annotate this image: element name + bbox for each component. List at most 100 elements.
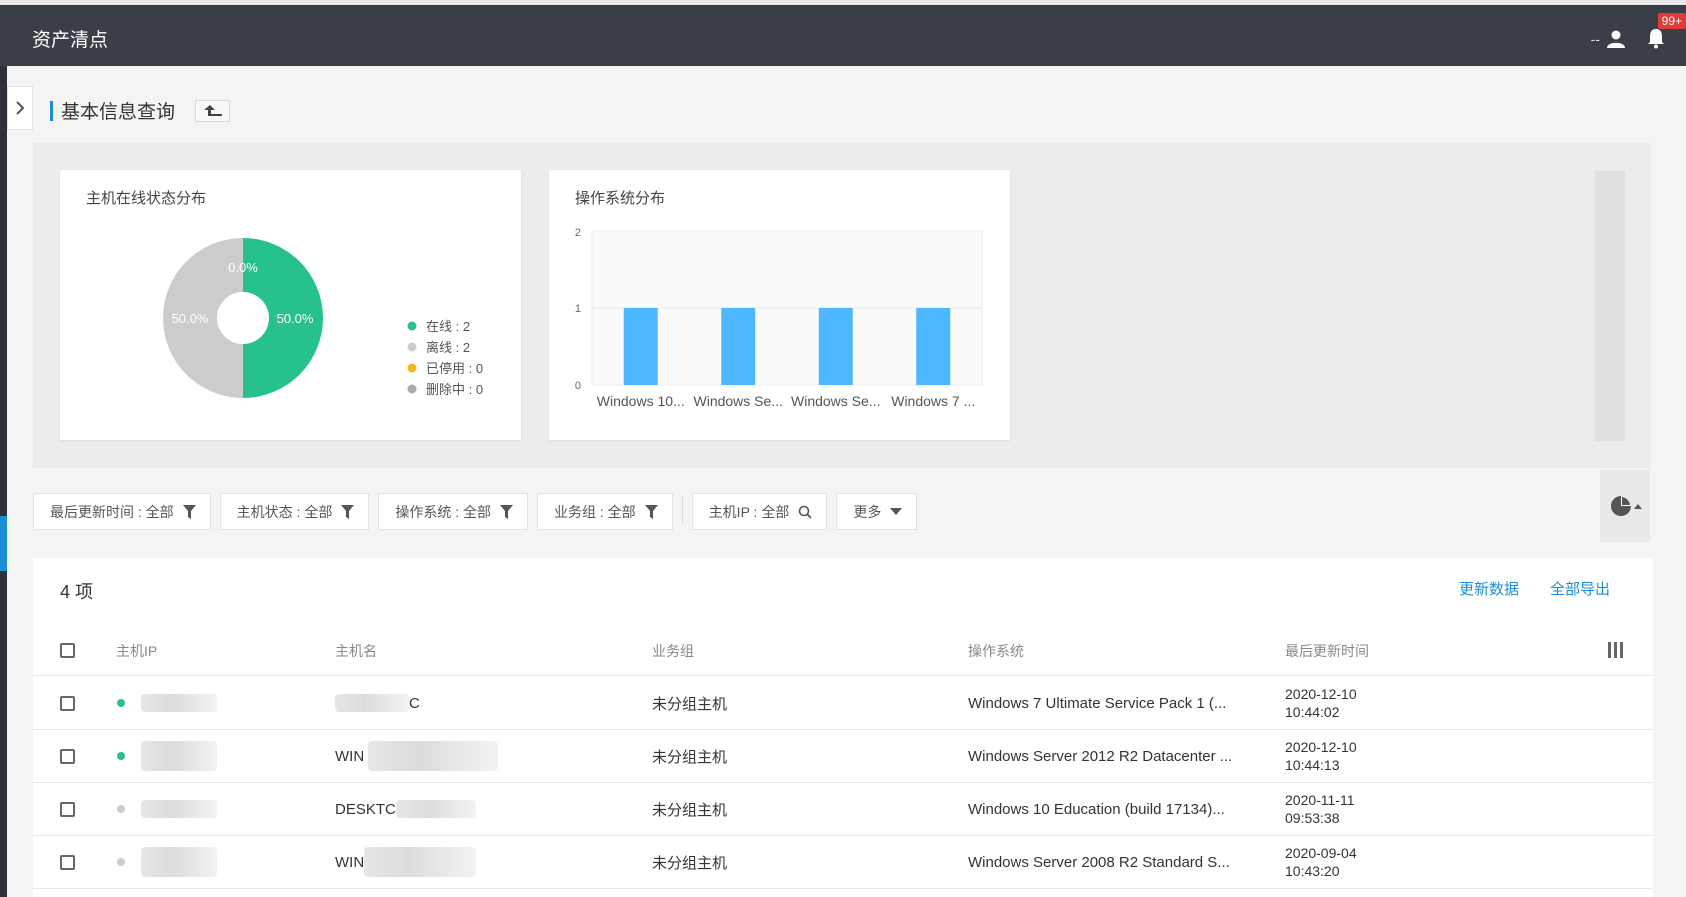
- hostname-visible: WIN: [335, 747, 365, 765]
- legend-dot-offline: [407, 342, 417, 352]
- business-group: 未分组主机: [652, 854, 728, 872]
- redacted-ip: [141, 847, 217, 877]
- filter-more-dropdown[interactable]: 更多: [836, 493, 918, 530]
- update-date: 2020-12-10: [1285, 686, 1357, 702]
- table-row[interactable]: C 未分组主机 Windows 7 Ultimate Service Pack …: [33, 677, 1653, 730]
- update-date: 2020-11-11: [1285, 792, 1355, 808]
- redacted-hostname: [395, 800, 476, 818]
- x-tick-label: Windows Se...: [791, 393, 880, 409]
- search-icon: [799, 505, 812, 519]
- pie-label-online: 50.0%: [277, 311, 314, 326]
- bell-icon: [1648, 29, 1664, 49]
- update-time: 09:53:38: [1285, 810, 1340, 826]
- redacted-hostname: [368, 741, 499, 771]
- business-group: 未分组主机: [652, 801, 728, 819]
- redacted-hostname: [335, 694, 409, 712]
- status-dot-offline: [117, 805, 125, 813]
- legend-disabled[interactable]: 已停用 : 0: [426, 361, 483, 376]
- user-icon: [1607, 30, 1625, 48]
- filter-bar: 最后更新时间 : 全部 主机状态 : 全部 操作系统 : 全部 业务组 : 全部…: [33, 493, 918, 530]
- filter-business-group[interactable]: 业务组 : 全部: [537, 493, 673, 530]
- table-row[interactable]: DESKTC 未分组主机 Windows 10 Education (build…: [33, 783, 1653, 836]
- status-dot-online: [117, 752, 125, 760]
- redacted-ip: [141, 694, 217, 712]
- filter-host-status[interactable]: 主机状态 : 全部: [219, 493, 370, 530]
- filter-divider: [681, 496, 683, 526]
- filter-label: 更多: [853, 503, 882, 520]
- business-group: 未分组主机: [652, 695, 728, 713]
- filter-host-ip[interactable]: 主机IP : 全部: [691, 493, 828, 530]
- x-tick-label: Windows Se...: [694, 393, 783, 409]
- chart-toggle-button[interactable]: [1600, 470, 1650, 542]
- os-name: Windows Server 2012 R2 Datacenter ...: [968, 747, 1233, 765]
- title-accent-bar: [50, 100, 53, 121]
- os-name: Windows Server 2008 R2 Standard S...: [968, 853, 1230, 871]
- column-header-hostname[interactable]: 主机名: [335, 626, 377, 675]
- table-row[interactable]: WIN 未分组主机 Windows Server 2012 R2 Datacen…: [33, 730, 1653, 783]
- filter-os[interactable]: 操作系统 : 全部: [378, 493, 529, 530]
- update-date: 2020-12-10: [1285, 739, 1357, 755]
- notification-badge: 99+: [1657, 13, 1686, 29]
- side-nav-strip: [0, 66, 7, 897]
- os-name: Windows 7 Ultimate Service Pack 1 (...: [968, 694, 1227, 712]
- column-header-os[interactable]: 操作系统: [968, 626, 1024, 675]
- column-settings-icon[interactable]: [1608, 642, 1623, 658]
- legend-online[interactable]: 在线 : 2: [426, 319, 470, 334]
- y-tick-0: 0: [575, 380, 581, 392]
- page-title: 基本信息查询: [61, 102, 176, 123]
- host-table-card: 4 项 更新数据 全部导出 主机IP 主机名 业务组 操作系统 最后更新时间 C…: [33, 558, 1653, 897]
- status-dot-offline: [117, 858, 125, 866]
- update-time: 10:44:13: [1285, 757, 1340, 773]
- update-time: 10:43:20: [1285, 863, 1340, 879]
- chart-panel: 主机在线状态分布 50.0% 50.0% 0.0% 在线 : 2 离线 : 2 …: [33, 143, 1651, 468]
- column-header-host-ip[interactable]: 主机IP: [116, 626, 157, 675]
- bar-windows-10[interactable]: [623, 308, 658, 385]
- online-status-card: 主机在线状态分布 50.0% 50.0% 0.0% 在线 : 2 离线 : 2 …: [60, 170, 521, 440]
- page-heading: 基本信息查询: [50, 97, 231, 124]
- legend-dot-disabled: [407, 363, 417, 373]
- side-nav-active-indicator: [0, 516, 7, 571]
- x-tick-label: Windows 7 ...: [891, 393, 975, 409]
- filter-icon: [500, 504, 514, 519]
- legend-deleting[interactable]: 删除中 : 0: [426, 382, 483, 397]
- online-status-pie-chart: 50.0% 50.0% 0.0% 在线 : 2 离线 : 2 已停用 : 0 删…: [163, 238, 483, 398]
- bar-windows-7[interactable]: [916, 308, 951, 385]
- top-bar: 资产清点 -- 99+: [0, 0, 1686, 66]
- column-header-business-group[interactable]: 业务组: [652, 626, 694, 675]
- table-row[interactable]: WIN 未分组主机 Windows Server 2008 R2 Standar…: [33, 836, 1653, 889]
- row-checkbox[interactable]: [60, 801, 75, 817]
- filter-last-updated[interactable]: 最后更新时间 : 全部: [33, 493, 211, 530]
- x-tick-label: Windows 10...: [597, 393, 685, 409]
- filter-label: 最后更新时间 : 全部: [50, 503, 174, 520]
- app-title: 资产清点: [32, 30, 109, 51]
- user-name: --: [1590, 31, 1600, 47]
- redacted-ip: [141, 741, 217, 771]
- notification-button[interactable]: [1646, 27, 1666, 54]
- hostname-visible: WIN: [335, 853, 365, 871]
- filter-icon: [644, 504, 658, 519]
- update-date: 2020-09-04: [1285, 845, 1357, 861]
- back-up-button[interactable]: [195, 99, 231, 122]
- row-checkbox[interactable]: [60, 748, 75, 764]
- update-time: 10:44:02: [1285, 704, 1340, 720]
- row-checkbox[interactable]: [60, 695, 75, 711]
- bar-windows-server-2012[interactable]: [721, 308, 756, 385]
- sidebar-expand-button[interactable]: [7, 86, 33, 130]
- row-checkbox[interactable]: [60, 854, 75, 870]
- os-distribution-card: 操作系统分布 2 1 0 Windows 10... Windows Se...…: [549, 170, 1010, 440]
- pie-label-offline: 50.0%: [172, 311, 209, 326]
- user-menu[interactable]: --: [1591, 29, 1626, 49]
- select-all-checkbox[interactable]: [60, 643, 75, 658]
- result-count: 4 项: [60, 582, 94, 602]
- filter-icon: [182, 504, 196, 519]
- legend-offline[interactable]: 离线 : 2: [426, 340, 470, 355]
- os-distribution-bar-chart: 2 1 0 Windows 10... Windows Se... Window…: [575, 227, 983, 409]
- refresh-data-link[interactable]: 更新数据: [1459, 578, 1519, 599]
- export-all-link[interactable]: 全部导出: [1550, 578, 1610, 599]
- bar-windows-server-2008[interactable]: [818, 308, 853, 385]
- pie-chart-icon: [1611, 496, 1642, 516]
- chart-scroll-area[interactable]: [1595, 171, 1625, 441]
- column-header-last-updated[interactable]: 最后更新时间: [1285, 626, 1369, 675]
- chevron-right-icon: [16, 101, 25, 115]
- hostname-visible: C: [409, 694, 420, 712]
